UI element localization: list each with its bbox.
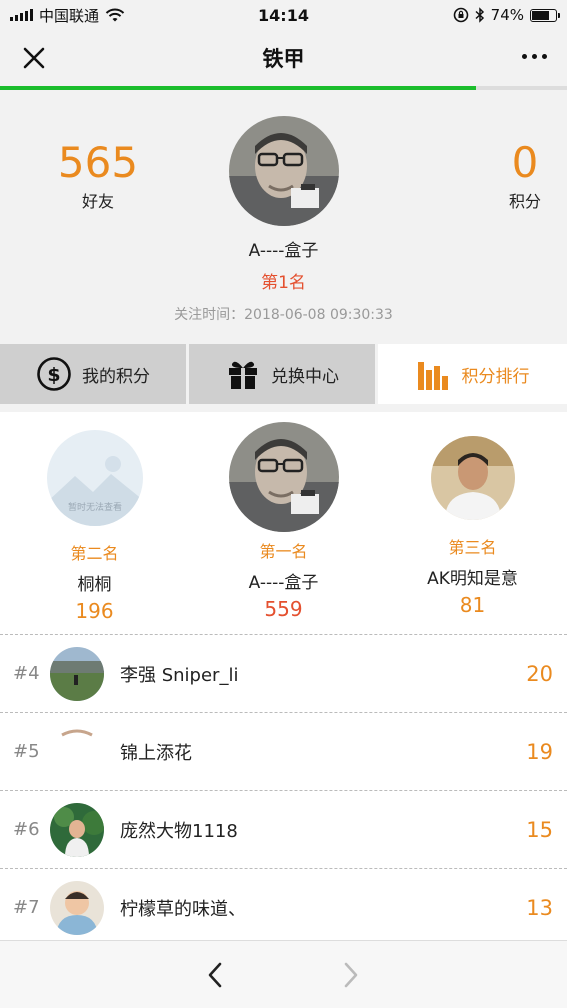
lock-rotation-icon [453, 7, 468, 23]
list-item[interactable]: #4 李强 Sniper_li 20 [0, 634, 567, 712]
tab-bar: $ 我的积分 兑换中心 积分排行 [0, 344, 567, 404]
avatar [50, 802, 104, 857]
rank-index: #5 [13, 741, 40, 762]
tab-points-ranking-label: 积分排行 [461, 366, 530, 387]
friends-stat[interactable]: 565 好友 [18, 140, 178, 212]
page-title: 铁甲 [262, 47, 305, 71]
dollar-circle-icon: $ [36, 356, 72, 392]
battery-percent: 74% [490, 6, 524, 24]
podium: 暂时无法查看 第二名 桐桐 196 第一名 A----盒子 559 第三名 AK… [0, 412, 567, 634]
friends-label: 好友 [81, 192, 114, 211]
more-icon[interactable] [522, 54, 547, 59]
member-score: 20 [526, 661, 553, 686]
profile-avatar [229, 116, 339, 226]
bluetooth-icon [475, 7, 484, 23]
avatar: 暂时无法查看 [46, 430, 143, 526]
avatar [50, 724, 104, 779]
signal-icon [10, 9, 33, 21]
battery-icon [530, 8, 560, 22]
podium-first-rank: 第一名 [259, 542, 308, 561]
rank-index: #6 [13, 819, 40, 840]
podium-second[interactable]: 暂时无法查看 第二名 桐桐 196 [0, 422, 189, 623]
podium-second-name: 桐桐 [77, 575, 112, 595]
follow-time: 关注时间：2018-06-08 09:30:33 [174, 307, 393, 323]
podium-third-rank: 第三名 [448, 538, 497, 557]
tab-exchange-center[interactable]: 兑换中心 [189, 344, 375, 404]
list-item[interactable]: #7 柠檬草的味道、 13 [0, 868, 567, 940]
battery-level [532, 10, 550, 20]
member-name: 庞然大物1118 [120, 820, 238, 842]
points-stat[interactable]: 0 积分 [445, 140, 567, 212]
member-name: 李强 Sniper_li [120, 664, 239, 686]
chevron-right-icon[interactable] [334, 959, 366, 991]
status-bar: 中国联通 14:14 74% [0, 0, 567, 30]
svg-text:$: $ [47, 364, 60, 386]
status-right: 74% [453, 6, 560, 24]
tab-exchange-center-label: 兑换中心 [271, 366, 339, 387]
podium-third-score: 81 [459, 593, 486, 617]
wifi-icon [105, 8, 125, 21]
avatar [228, 422, 339, 532]
member-name: 锦上添花 [120, 742, 192, 764]
points-count: 0 [511, 138, 539, 187]
member-name: 柠檬草的味道、 [120, 898, 246, 920]
podium-first-score: 559 [264, 597, 303, 621]
carrier-label: 中国联通 [39, 6, 100, 25]
podium-third[interactable]: 第三名 AK明知是意 81 [378, 422, 567, 617]
avatar [430, 436, 515, 520]
avatar-unavailable-text: 暂时无法查看 [67, 501, 121, 513]
avatar [50, 646, 104, 701]
gift-icon [225, 356, 261, 392]
points-label: 积分 [508, 192, 541, 211]
tab-my-points-label: 我的积分 [82, 366, 150, 387]
nav-bar: 铁甲 [0, 30, 567, 86]
tab-points-ranking[interactable]: 积分排行 [378, 344, 567, 404]
podium-second-score: 196 [75, 599, 114, 623]
status-left: 中国联通 [10, 5, 453, 26]
avatar [50, 880, 104, 935]
member-score: 19 [526, 739, 553, 764]
member-score: 15 [526, 817, 553, 842]
profile-rank: 第1名 [261, 273, 306, 293]
bar-chart-icon [416, 356, 452, 392]
list-item[interactable]: #5 锦上添花 19 [0, 712, 567, 790]
profile-name: A----盒子 [248, 241, 319, 261]
browser-toolbar [0, 940, 567, 1008]
member-score: 13 [526, 895, 553, 920]
ranking-list: #4 李强 Sniper_li 20 #5 锦上添花 19 #6 庞然大物111… [0, 634, 567, 940]
close-icon[interactable] [20, 44, 48, 72]
podium-second-rank: 第二名 [70, 544, 119, 563]
podium-first-name: A----盒子 [248, 573, 319, 593]
friends-count: 565 [57, 138, 139, 187]
tab-my-points[interactable]: $ 我的积分 [0, 344, 186, 404]
profile-header: 565 好友 0 积分 A----盒子 第1名 关注时间：2018-06-08 … [0, 90, 567, 342]
podium-third-name: AK明知是意 [427, 569, 518, 589]
chevron-left-icon[interactable] [200, 959, 232, 991]
rank-index: #7 [13, 897, 40, 918]
podium-first[interactable]: 第一名 A----盒子 559 [189, 422, 378, 621]
rank-index: #4 [13, 663, 40, 684]
list-item[interactable]: #6 庞然大物1118 15 [0, 790, 567, 868]
